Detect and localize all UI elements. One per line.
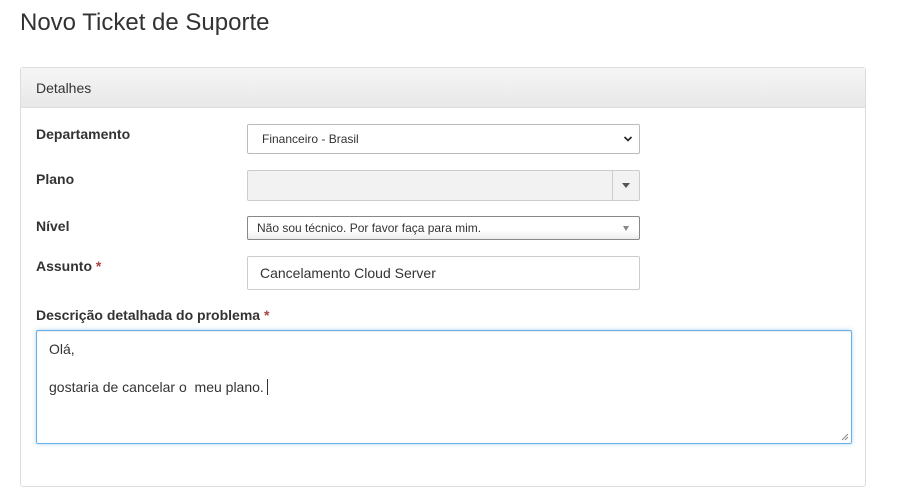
departamento-select[interactable]: Financeiro - Brasil — [247, 124, 640, 154]
plano-label: Plano — [36, 171, 75, 187]
plano-select[interactable] — [247, 170, 640, 201]
textarea-line-text: gostaria de cancelar o meu plano. — [49, 379, 264, 395]
caret-down-icon — [622, 183, 630, 188]
nivel-select[interactable]: Não sou técnico. Por favor faça para mim… — [247, 216, 640, 240]
departamento-label: Departamento — [36, 126, 131, 142]
details-panel: Detalhes Departamento Financeiro - Brasi… — [20, 67, 866, 487]
descricao-label: Descrição detalhada do problema * — [36, 307, 269, 323]
nivel-value: Não sou técnico. Por favor faça para mim… — [257, 221, 482, 235]
assunto-value: Cancelamento Cloud Server — [260, 265, 436, 281]
nivel-label: Nível — [36, 218, 70, 234]
descricao-label-text: Descrição detalhada do problema — [36, 307, 261, 323]
descricao-textarea[interactable]: Olá, gostaria de cancelar o meu plano. — [36, 330, 852, 444]
required-mark: * — [95, 258, 102, 274]
page-title: Novo Ticket de Suporte — [20, 9, 270, 36]
departamento-value: Financeiro - Brasil — [262, 132, 359, 146]
panel-heading: Detalhes — [21, 68, 865, 108]
assunto-input[interactable]: Cancelamento Cloud Server — [247, 256, 640, 290]
textarea-line: gostaria de cancelar o meu plano. — [49, 378, 839, 397]
textarea-line — [49, 359, 839, 378]
required-mark: * — [263, 307, 270, 323]
textarea-line: Olá, — [49, 341, 75, 357]
chevron-down-icon — [623, 136, 633, 142]
assunto-label-text: Assunto — [36, 258, 92, 274]
assunto-label: Assunto * — [36, 258, 101, 274]
text-cursor — [266, 379, 268, 395]
plano-divider — [612, 171, 613, 200]
caret-down-icon — [623, 226, 629, 231]
resize-grip-icon[interactable] — [841, 433, 849, 441]
